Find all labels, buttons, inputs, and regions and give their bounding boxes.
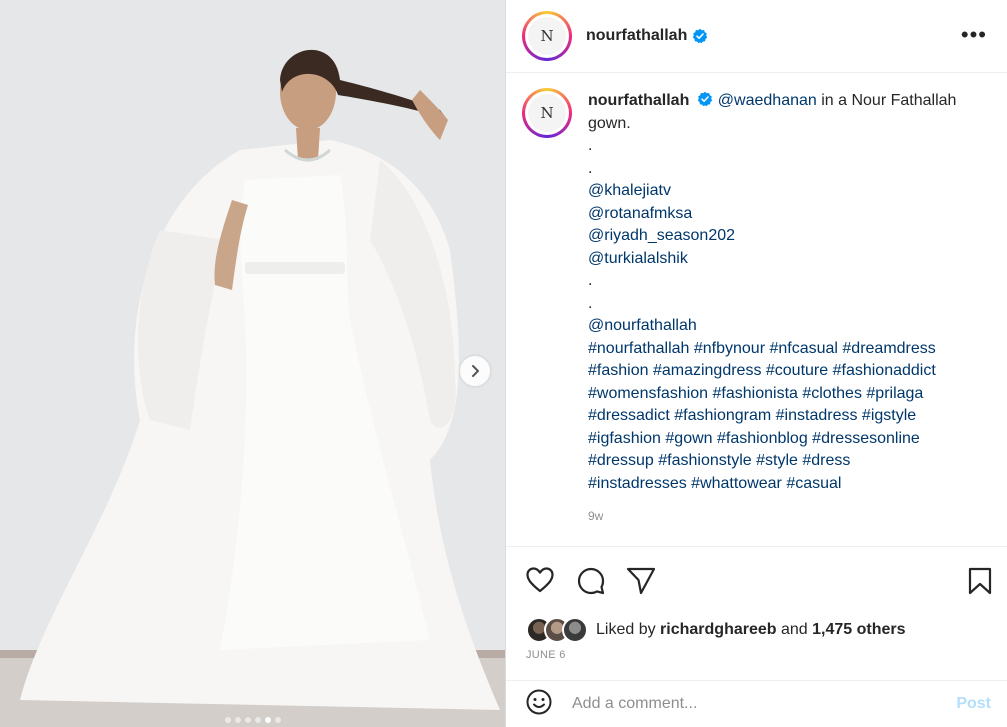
- post-comment-button[interactable]: Post: [956, 695, 991, 713]
- caption-link-line[interactable]: @nourfathallah: [588, 315, 978, 338]
- caption-section: N nourfathallah @waedhanan in a Nour Fat…: [506, 74, 1007, 546]
- post-image[interactable]: [0, 0, 505, 727]
- divider: [506, 546, 1007, 547]
- caption-mention[interactable]: @waedhanan: [718, 92, 817, 109]
- verified-badge-icon: [697, 91, 713, 107]
- caption-link-line[interactable]: @khalejiatv: [588, 180, 978, 203]
- caption-link-line[interactable]: #nourfathallah #nfbynour #nfcasual #drea…: [588, 338, 978, 361]
- caption-username[interactable]: nourfathallah: [588, 92, 689, 109]
- carousel-dot: [244, 717, 251, 723]
- next-image-button[interactable]: [460, 356, 490, 386]
- caption-link-line[interactable]: #dressadict #fashiongram #instadress #ig…: [588, 405, 978, 428]
- post-sidebar: N nourfathallah ••• N nourfathallah @wae…: [506, 0, 1007, 727]
- caption-dot-line: .: [588, 159, 593, 177]
- bookmark-icon[interactable]: [968, 567, 992, 600]
- caption-link-line[interactable]: #instadresses #whattowear #casual: [588, 473, 978, 496]
- likes-count[interactable]: 1,475 others: [812, 621, 905, 639]
- carousel-indicator: [0, 717, 505, 723]
- caption-avatar[interactable]: N: [522, 88, 572, 138]
- emoji-icon[interactable]: [526, 689, 552, 720]
- caption-dot-line: .: [588, 137, 593, 154]
- liked-by-user[interactable]: richardghareeb: [660, 621, 776, 639]
- avatar[interactable]: N: [522, 11, 572, 61]
- caption-link-line[interactable]: #fashion #amazingdress #couture #fashion…: [588, 360, 978, 383]
- header-username[interactable]: nourfathallah: [586, 27, 687, 45]
- chevron-right-icon: [472, 365, 479, 377]
- caption-dot-line: .: [588, 294, 593, 312]
- verified-badge-icon: [692, 28, 708, 44]
- like-heart-icon[interactable]: [526, 567, 554, 598]
- comment-bar: Post: [506, 681, 1007, 727]
- comment-bubble-icon[interactable]: [577, 567, 605, 600]
- liker-avatars[interactable]: [526, 617, 588, 643]
- post-date[interactable]: JUNE 6: [526, 649, 566, 661]
- action-bar: [506, 561, 1007, 601]
- photo-illustration: [0, 0, 505, 727]
- caption-link-line[interactable]: #igfashion #gown #fashionblog #dresseson…: [588, 428, 978, 451]
- likes-prefix: Liked by: [596, 621, 661, 638]
- caption-text: nourfathallah @waedhanan in a Nour Fatha…: [588, 88, 978, 528]
- post-time[interactable]: 9w: [588, 505, 978, 528]
- share-send-icon[interactable]: [626, 567, 656, 600]
- carousel-dot-active: [264, 717, 271, 723]
- caption-dot-line: .: [588, 272, 593, 289]
- carousel-dot: [234, 717, 241, 723]
- carousel-dot: [274, 717, 281, 723]
- carousel-dot: [254, 717, 261, 723]
- avatar-monogram: N: [528, 94, 566, 132]
- caption-link-line[interactable]: @rotanafmksa: [588, 203, 978, 226]
- caption-link-line[interactable]: @riyadh_season202: [588, 225, 978, 248]
- post-header: N nourfathallah •••: [506, 0, 1007, 73]
- liker-avatar: [562, 617, 588, 643]
- caption-lines: .. @khalejiatv @rotanafmksa @riyadh_season2…: [588, 135, 978, 495]
- likes-summary: Liked by richardghareeb and 1,475 others: [526, 617, 906, 643]
- likes-middle: and: [776, 621, 813, 638]
- carousel-dot: [224, 717, 231, 723]
- caption-link-line[interactable]: #womensfashion #fashionista #clothes #pr…: [588, 383, 978, 406]
- avatar-monogram: N: [528, 17, 566, 55]
- more-options-button[interactable]: •••: [961, 22, 987, 48]
- comment-input[interactable]: [572, 695, 942, 713]
- caption-link-line[interactable]: @turkialalshik: [588, 248, 978, 271]
- caption-link-line[interactable]: #dressup #fashionstyle #style #dress: [588, 450, 978, 473]
